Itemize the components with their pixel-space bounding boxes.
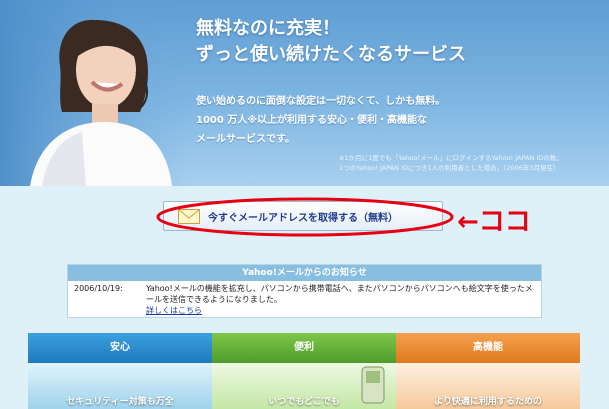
tab-convenience[interactable]: 便利 いつでもどこでも: [212, 333, 396, 409]
tab-convenience-caption: いつでもどこでも: [268, 397, 340, 407]
hero-woman-photo: [0, 0, 190, 186]
tab-security-label: 安心: [28, 333, 212, 363]
tab-advanced-features-panel: より快適に利用するための: [396, 363, 580, 409]
hero-headline: 無料なのに充実！ ずっと使い続けたくなるサービス: [196, 16, 466, 68]
news-date: 2006/10/19:: [74, 284, 123, 293]
hero-footnote-line-2: 1つのYahoo! JAPAN IDにつき1人の利用者とした場合。（2006年3…: [339, 164, 560, 172]
hero-banner: 無料なのに充実！ ずっと使い続けたくなるサービス 使い始めるのに面倒な設定は一切…: [0, 0, 609, 186]
tab-advanced-features-caption: より快適に利用するための: [434, 397, 542, 407]
envelope-icon: [178, 208, 200, 224]
tab-convenience-label: 便利: [212, 333, 396, 363]
tab-advanced-features-label: 高機能: [396, 333, 580, 363]
tab-security-panel: セキュリティー対策も万全: [28, 363, 212, 409]
hero-description-line-3: メールサービスです。: [196, 134, 295, 145]
hero-footnote: ※1か月に1度でも「Yahoo!メール」にログインするYahoo! JAPAN …: [339, 153, 589, 173]
feature-tabs: 安心 セキュリティー対策も万全 便利 いつでもどこでも 高機能 より快適に利用す…: [28, 333, 580, 409]
news-panel-header: Yahoo!メールからのお知らせ: [68, 265, 541, 281]
hero-footnote-line-1: ※1か月に1度でも「Yahoo!メール」にログインするYahoo! JAPAN …: [339, 154, 563, 162]
tab-advanced-features[interactable]: 高機能 より快適に利用するための: [396, 333, 580, 409]
news-body: Yahoo!メールの機能を拡充し、パソコンから携帯電話へ、またパソコンからパソコ…: [146, 283, 535, 316]
annotation-arrow-text: ←ココ: [457, 207, 531, 237]
hero-headline-line-1: 無料なのに充実！: [196, 18, 340, 39]
news-panel: Yahoo!メールからのお知らせ 2006/10/19: Yahoo!メールの機…: [67, 264, 542, 318]
news-text: Yahoo!メールの機能を拡充し、パソコンから携帯電話へ、またパソコンからパソコ…: [146, 284, 533, 304]
tab-convenience-panel: いつでもどこでも: [212, 363, 396, 409]
tab-security-caption: セキュリティー対策も万全: [66, 397, 174, 407]
annotation-arrow: ←ココ: [457, 207, 531, 237]
hero-description: 使い始めるのに面倒な設定は一切なくて、しかも無料。 1000 万人※以上が利用す…: [196, 92, 445, 149]
hero-description-line-1: 使い始めるのに面倒な設定は一切なくて、しかも無料。: [196, 96, 446, 107]
news-item: 2006/10/19: Yahoo!メールの機能を拡充し、パソコンから携帯電話へ…: [68, 281, 541, 316]
get-email-address-label: 今すぐメールアドレスを取得する（無料）: [208, 212, 398, 224]
get-email-address-button[interactable]: 今すぐメールアドレスを取得する（無料）: [163, 201, 443, 231]
tab-security[interactable]: 安心 セキュリティー対策も万全: [28, 333, 212, 409]
news-details-link[interactable]: 詳しくはこちら: [146, 306, 202, 315]
hero-description-line-2: 1000 万人※以上が利用する安心・便利・高機能な: [196, 115, 428, 126]
hero-headline-line-2: ずっと使い続けたくなるサービス: [196, 44, 466, 65]
